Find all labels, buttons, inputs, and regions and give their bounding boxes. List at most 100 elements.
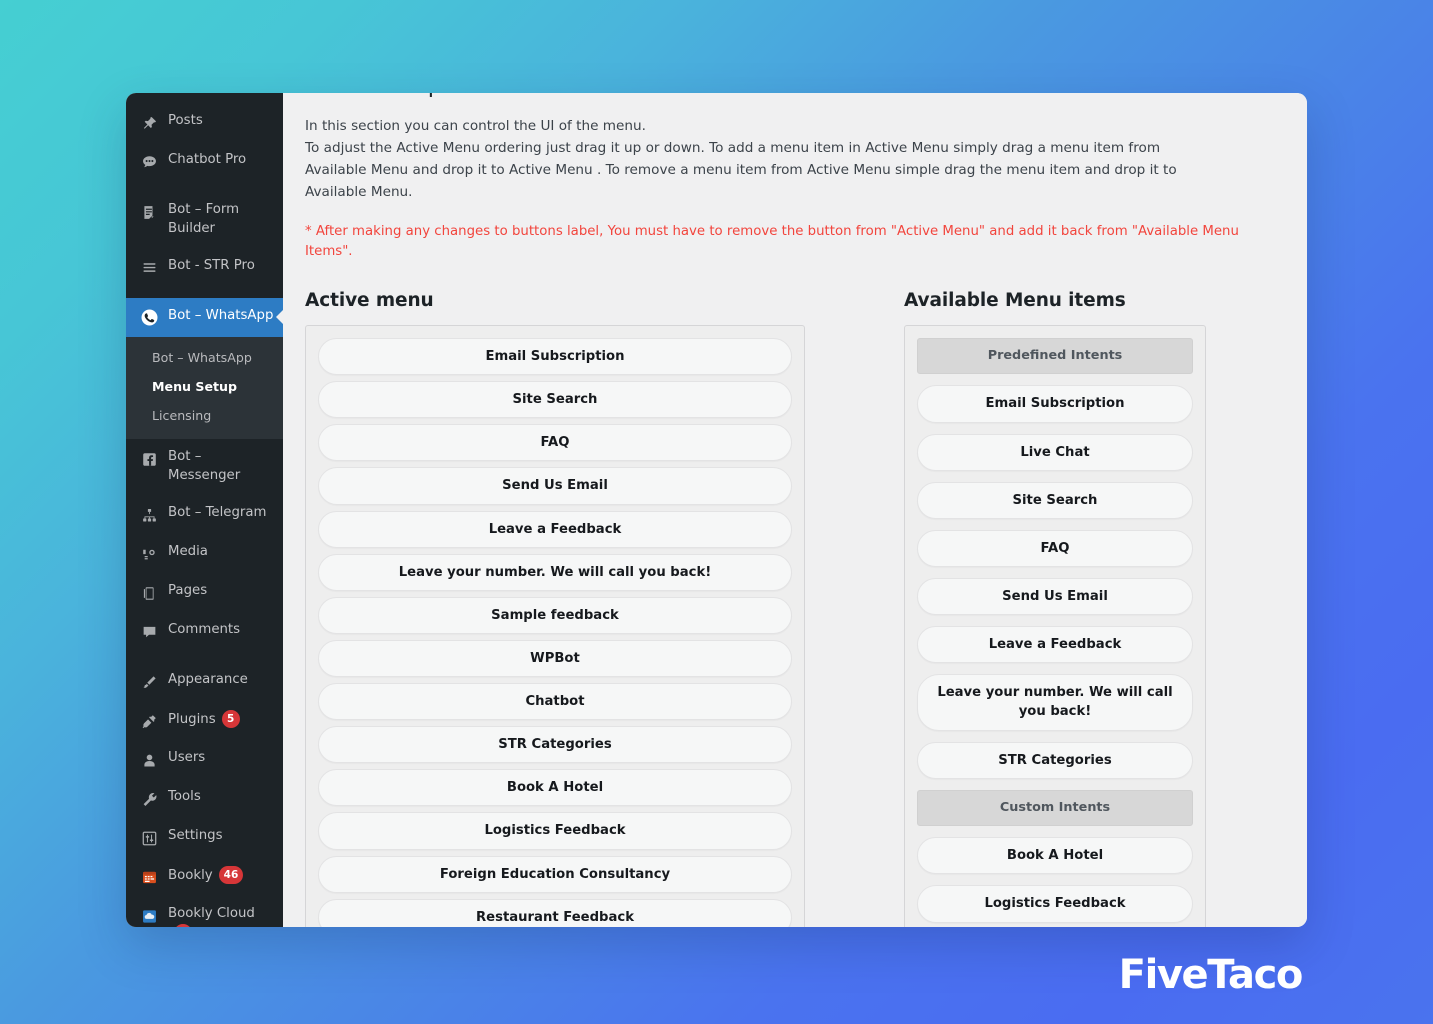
available-menu-item[interactable]: Leave your number. We will call you back… — [917, 674, 1193, 731]
sidebar-item-label: Pages — [168, 583, 208, 599]
active-menu-item[interactable]: FAQ — [318, 424, 792, 462]
whatsapp-icon — [139, 308, 159, 328]
available-menu-panel[interactable]: Predefined Intents Email Subscription Live… — [904, 324, 1206, 927]
sidebar-menu-list: Posts Chatbot Pro Bot – Form Builder Bot - … — [126, 103, 283, 927]
sidebar-item-label: Chatbot Pro — [168, 152, 247, 167]
sidebar-item-users[interactable]: Users — [126, 740, 283, 779]
sidebar-item-plugins[interactable]: Plugins 5 — [126, 701, 283, 740]
sidebar-item-bookly[interactable]: Bookly 46 — [126, 857, 283, 896]
comment-icon — [139, 622, 159, 642]
sidebar-item-label: Plugins 5 — [168, 710, 275, 730]
sidebar-item-badge: $ — [174, 924, 192, 927]
pin-icon — [139, 113, 159, 133]
active-menu-item[interactable]: Sample feedback — [318, 596, 792, 634]
sliders-icon — [139, 828, 159, 848]
submenu-item-licensing[interactable]: Licensing — [126, 402, 283, 431]
available-menu-item[interactable]: Send Us Email — [917, 578, 1193, 616]
sidebar-item-chatbot-pro[interactable]: Chatbot Pro — [126, 142, 283, 181]
sidebar-item-badge: 5 — [221, 710, 240, 729]
available-menu-item[interactable]: Logistics Feedback — [917, 885, 1193, 923]
active-menu-column: Active menu Email Subscription Site Searc… — [305, 290, 885, 927]
sidebar-item-bot-str-pro[interactable]: Bot - STR Pro — [126, 248, 283, 287]
available-menu-column: Available Menu items Predefined Intents E… — [904, 290, 1206, 927]
sidebar-item-bot-messenger[interactable]: Bot – Messenger — [126, 439, 283, 495]
intro-line-1: In this section you can control the UI o… — [305, 118, 646, 134]
sidebar-item-tools[interactable]: Tools — [126, 779, 283, 818]
active-menu-item[interactable]: Book A Hotel — [318, 769, 792, 807]
sidebar-item-settings[interactable]: Settings — [126, 818, 283, 857]
active-menu-item[interactable]: Site Search — [318, 381, 792, 419]
sidebar-item-label: Users — [168, 750, 206, 766]
available-menu-group-header: Predefined Intents — [917, 337, 1193, 375]
sitemap-icon — [139, 505, 159, 525]
facebook-icon — [139, 449, 159, 469]
sidebar-item-label: Appearance — [168, 672, 248, 688]
sidebar-item-label: Media — [168, 544, 208, 560]
paintbrush-icon — [139, 672, 159, 692]
sidebar-item-bookly-cloud[interactable]: Bookly Cloud$ — [126, 896, 283, 927]
available-menu-item[interactable]: STR Categories — [917, 741, 1193, 779]
pages-icon — [139, 583, 159, 603]
intro-line-2: To adjust the Active Menu ordering just … — [305, 140, 1177, 201]
sidebar-item-label: Bookly 46 — [168, 866, 275, 886]
active-menu-item[interactable]: Restaurant Feedback — [318, 898, 792, 927]
sidebar-item-label: Bot – WhatsApp — [168, 307, 274, 323]
sidebar-item-posts[interactable]: Posts — [126, 103, 283, 142]
form-document-icon — [139, 202, 159, 222]
active-menu-title: Active menu — [305, 289, 434, 311]
active-menu-item[interactable]: STR Categories — [318, 726, 792, 764]
main-content: Menu Setup In this section you can contr… — [283, 93, 1307, 927]
intro-description: In this section you can control the UI o… — [305, 93, 1205, 203]
warning-note: * After making any changes to buttons la… — [305, 224, 1239, 259]
sidebar-item-label: Bot – Form Builder — [168, 202, 240, 236]
sidebar-item-label: Bot – Telegram — [168, 505, 267, 521]
sidebar-separator — [126, 181, 283, 192]
sidebar-item-label: Posts — [168, 113, 203, 128]
sidebar-item-pages[interactable]: Pages — [126, 573, 283, 612]
available-menu-group-header: Custom Intents — [917, 789, 1193, 827]
available-menu-item[interactable]: FAQ — [917, 529, 1193, 568]
available-menu-title: Available Menu items — [904, 289, 1126, 311]
active-menu-item[interactable]: Chatbot — [318, 683, 792, 721]
menu-columns: Active menu Email Subscription Site Searc… — [305, 290, 1285, 927]
sidebar-item-label: Tools — [168, 789, 201, 805]
active-menu-item[interactable]: Foreign Education Consultancy — [318, 855, 792, 893]
active-menu-item[interactable]: Email Subscription — [318, 337, 792, 376]
wrench-icon — [139, 789, 159, 809]
available-menu-item[interactable]: Email Subscription — [917, 385, 1193, 423]
active-menu-item[interactable]: Leave a Feedback — [318, 510, 792, 548]
available-menu-item[interactable]: Leave a Feedback — [917, 626, 1193, 664]
active-menu-item[interactable]: WPBot — [318, 639, 792, 678]
sidebar-separator — [126, 287, 283, 298]
sidebar-item-media[interactable]: Media — [126, 534, 283, 573]
user-icon — [139, 750, 159, 770]
submenu-item-menu-setup[interactable]: Menu Setup — [126, 373, 283, 402]
active-menu-item[interactable]: Logistics Feedback — [318, 812, 792, 850]
sidebar-item-label: Bot - STR Pro — [168, 257, 255, 273]
active-menu-item[interactable]: Send Us Email — [318, 467, 792, 505]
sidebar-item-bot-telegram[interactable]: Bot – Telegram — [126, 495, 283, 534]
active-menu-panel[interactable]: Email Subscription Site Search FAQ Send Us … — [305, 324, 805, 927]
sidebar-separator — [126, 651, 283, 662]
media-icon — [139, 544, 159, 564]
comment-dots-icon — [139, 152, 159, 172]
sidebar-submenu: Bot – WhatsApp Menu Setup Licensing — [126, 336, 283, 440]
fivetaco-watermark: FiveTaco — [1118, 952, 1304, 998]
submenu-item-bot-whatsapp[interactable]: Bot – WhatsApp — [126, 344, 283, 373]
sidebar-item-badge: 46 — [218, 866, 244, 885]
sidebar-item-appearance[interactable]: Appearance — [126, 662, 283, 701]
active-menu-item[interactable]: Leave your number. We will call you back… — [318, 553, 792, 591]
available-menu-item[interactable]: Book A Hotel — [917, 837, 1193, 875]
available-menu-item[interactable]: Live Chat — [917, 433, 1193, 471]
available-menu-item[interactable]: Site Search — [917, 481, 1193, 519]
sidebar-item-label: Bot – Messenger — [168, 449, 241, 484]
bookly-calendar-icon — [139, 867, 159, 887]
sidebar-item-bot-form-builder[interactable]: Bot – Form Builder — [126, 192, 283, 248]
hamburger-lines-icon — [139, 258, 159, 278]
admin-sidebar: Posts Chatbot Pro Bot – Form Builder Bot - … — [126, 93, 283, 927]
page-title: Menu Setup — [305, 93, 442, 98]
sidebar-item-bot-whatsapp[interactable]: Bot – WhatsApp — [126, 297, 283, 337]
admin-window-card: Posts Chatbot Pro Bot – Form Builder Bot - … — [126, 93, 1307, 927]
cloud-icon — [139, 906, 159, 926]
sidebar-item-comments[interactable]: Comments — [126, 612, 283, 651]
